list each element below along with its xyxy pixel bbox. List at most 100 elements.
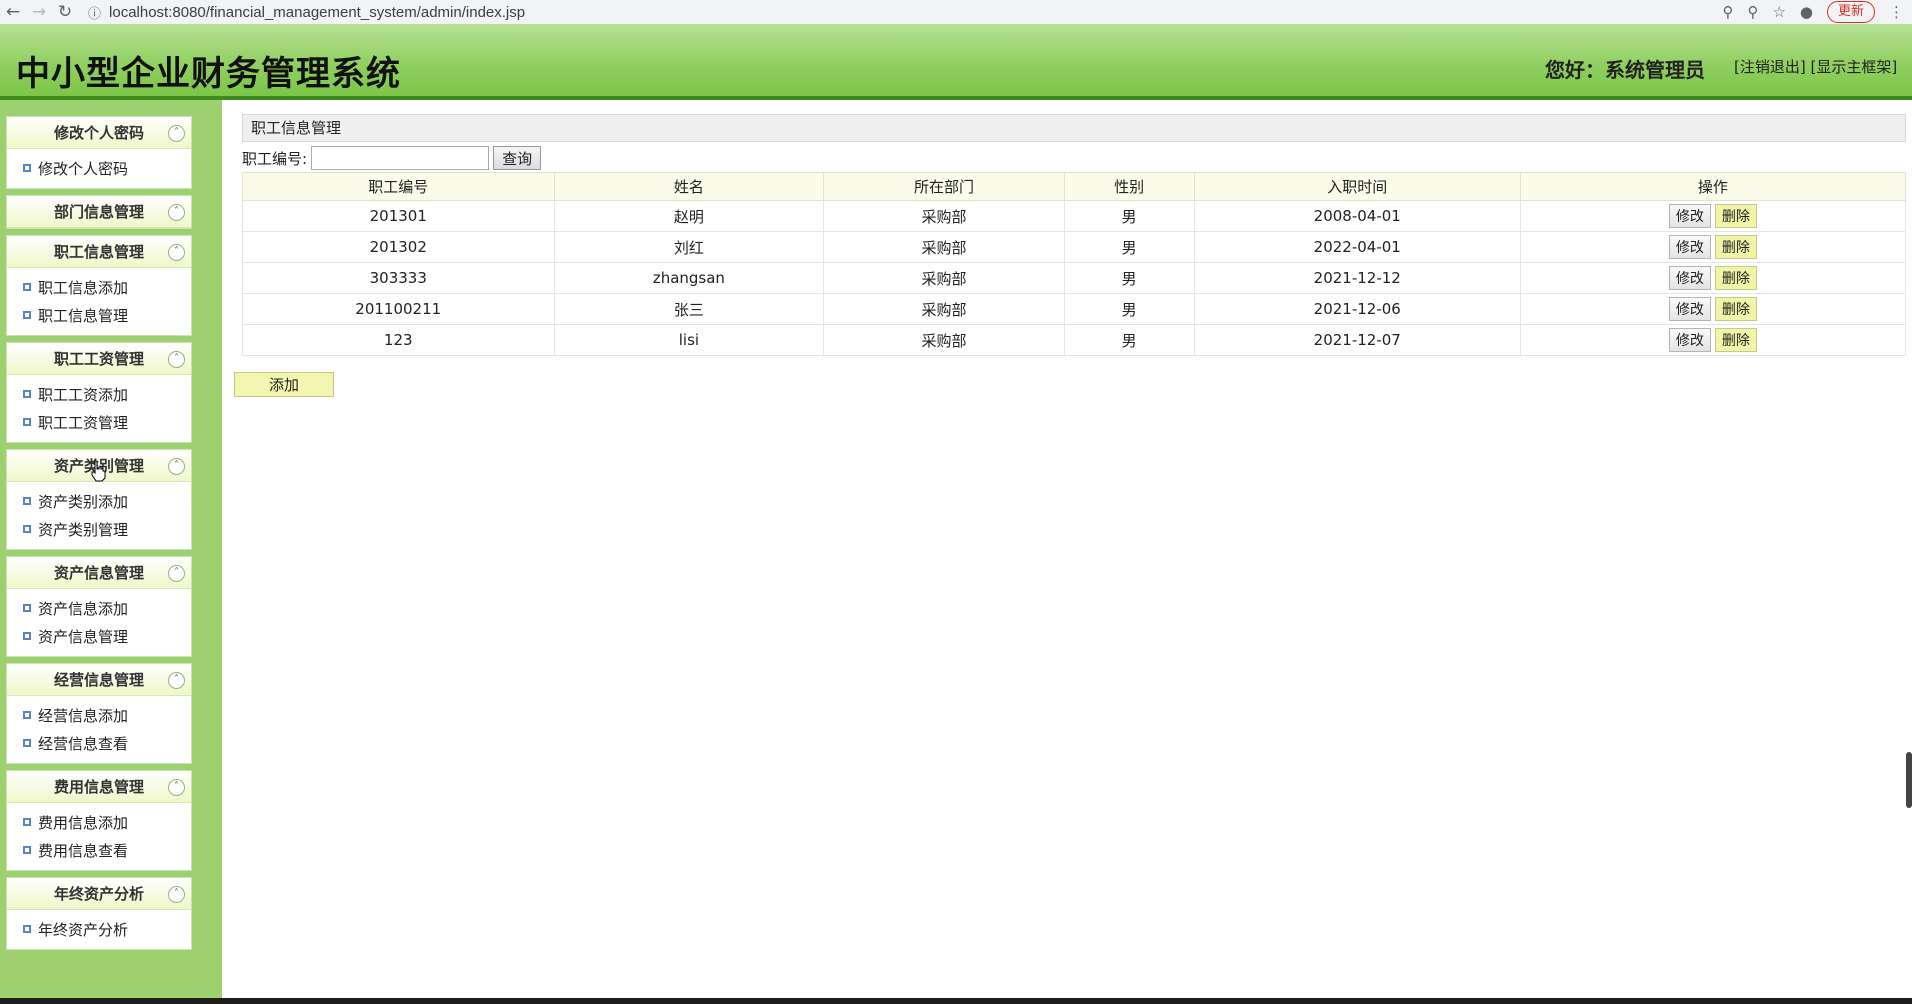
sidebar-group-title: 修改个人密码 <box>53 124 144 142</box>
sidebar-item[interactable]: 修改个人密码 <box>7 154 191 182</box>
sidebar-item[interactable]: 资产类别添加 <box>7 487 191 515</box>
actions-cell: 修改 删除 <box>1519 200 1907 232</box>
table-cell: 201301 <box>242 200 555 232</box>
table-cell: 201302 <box>242 231 555 263</box>
sidebar-item[interactable]: 经营信息添加 <box>7 701 191 729</box>
scrollbar-thumb[interactable] <box>1906 752 1912 808</box>
sidebar: 修改个人密码 ˄ 修改个人密码 部门信息管理 ˄ 职工信息管理 ˄ 职工信息添加 职工信息管理职… <box>0 100 222 998</box>
edit-button[interactable]: 修改 <box>1668 266 1711 290</box>
actions-cell: 修改 删除 <box>1519 324 1907 356</box>
sidebar-item[interactable]: 职工信息添加 <box>7 273 191 301</box>
edit-button[interactable]: 修改 <box>1668 204 1711 228</box>
add-button[interactable]: 添加 <box>234 372 334 397</box>
delete-button[interactable]: 删除 <box>1714 266 1757 290</box>
sidebar-group: 职工信息管理 ˄ 职工信息添加 职工信息管理 <box>6 235 192 336</box>
table-row: 201301 赵明 采购部男 2008-04-01 修改 删除 <box>242 200 1907 232</box>
main-content: 职工信息管理 职工编号: 查询 职工编号 姓名 所在部门 性别 入职时间 操作 20130… <box>222 100 1912 998</box>
logout-link[interactable]: [注销退出] <box>1734 58 1806 76</box>
table-row: 303333 zhangsan 采购部男 2021-12-12 修改 删除 <box>242 262 1907 294</box>
sidebar-item-label: 职工信息添加 <box>38 278 129 297</box>
back-icon[interactable]: ← <box>0 2 26 22</box>
collapse-icon[interactable]: ˄ <box>168 244 185 261</box>
table-header-row: 职工编号 姓名 所在部门 性别 入职时间 操作 <box>242 172 1907 201</box>
sidebar-item[interactable]: 年终资产分析 <box>7 915 191 943</box>
collapse-icon[interactable]: ˄ <box>168 204 185 221</box>
sidebar-item-label: 职工工资添加 <box>38 385 129 404</box>
column-header: 入职时间 <box>1193 172 1521 201</box>
sidebar-group-header[interactable]: 经营信息管理 ˄ <box>7 664 191 696</box>
square-bullet-icon <box>23 846 31 854</box>
panel-title: 职工信息管理 <box>242 114 1906 142</box>
search-button[interactable]: 查询 <box>493 146 542 170</box>
sidebar-group-title: 职工信息管理 <box>53 243 144 261</box>
square-bullet-icon <box>23 739 31 747</box>
delete-button[interactable]: 删除 <box>1714 204 1757 228</box>
info-icon[interactable]: ⓘ <box>88 3 101 22</box>
url-text[interactable]: localhost:8080/financial_management_syst… <box>109 4 525 21</box>
reload-icon[interactable]: ↻ <box>52 2 78 22</box>
sidebar-group-header[interactable]: 资产信息管理 ˄ <box>7 557 191 589</box>
sidebar-item[interactable]: 职工工资管理 <box>7 408 191 436</box>
show-frame-link[interactable]: [显示主框架] <box>1811 58 1898 76</box>
square-bullet-icon <box>23 311 31 319</box>
table-cell: 男 <box>1063 293 1195 325</box>
sidebar-group-title: 年终资产分析 <box>53 885 144 903</box>
sidebar-item[interactable]: 资产信息添加 <box>7 594 191 622</box>
table-cell: lisi <box>553 324 825 356</box>
forward-icon[interactable]: → <box>26 2 52 22</box>
address-bar[interactable]: ⓘ localhost:8080/financial_management_sy… <box>88 1 1648 23</box>
sidebar-item[interactable]: 资产信息管理 <box>7 622 191 650</box>
square-bullet-icon <box>23 164 31 172</box>
star-icon[interactable]: ☆ <box>1772 3 1785 21</box>
table-cell: 采购部 <box>823 200 1065 232</box>
menu-icon[interactable]: ⋮ <box>1889 3 1904 21</box>
update-button[interactable]: 更新 <box>1826 1 1875 23</box>
edit-button[interactable]: 修改 <box>1668 297 1711 321</box>
sidebar-item[interactable]: 经营信息查看 <box>7 729 191 757</box>
table-cell: 采购部 <box>823 262 1065 294</box>
delete-button[interactable]: 删除 <box>1714 235 1757 259</box>
sidebar-group: 费用信息管理 ˄ 费用信息添加 费用信息查看 <box>6 770 192 871</box>
sidebar-item[interactable]: 职工信息管理 <box>7 301 191 329</box>
employee-id-input[interactable] <box>311 146 490 170</box>
edit-button[interactable]: 修改 <box>1668 328 1711 352</box>
sidebar-group-header[interactable]: 费用信息管理 ˄ <box>7 771 191 803</box>
sidebar-group-header[interactable]: 年终资产分析 ˄ <box>7 878 191 910</box>
sidebar-group: 经营信息管理 ˄ 经营信息添加 经营信息查看 <box>6 663 192 764</box>
collapse-icon[interactable]: ˄ <box>168 565 185 582</box>
sidebar-item-label: 资产类别管理 <box>38 520 129 539</box>
sidebar-item[interactable]: 费用信息添加 <box>7 808 191 836</box>
square-bullet-icon <box>23 525 31 533</box>
collapse-icon[interactable]: ˄ <box>168 458 185 475</box>
search-row: 职工编号: 查询 <box>242 144 542 172</box>
delete-button[interactable]: 删除 <box>1714 297 1757 321</box>
sidebar-item[interactable]: 职工工资添加 <box>7 380 191 408</box>
column-header: 所在部门 <box>823 172 1065 201</box>
delete-button[interactable]: 删除 <box>1714 328 1757 352</box>
collapse-icon[interactable]: ˄ <box>168 779 185 796</box>
key-icon[interactable]: ⚲ <box>1722 3 1733 21</box>
sidebar-item[interactable]: 资产类别管理 <box>7 515 191 543</box>
collapse-icon[interactable]: ˄ <box>168 886 185 903</box>
edit-button[interactable]: 修改 <box>1668 235 1711 259</box>
square-bullet-icon <box>23 283 31 291</box>
square-bullet-icon <box>23 632 31 640</box>
table-row: 201100211 张三 采购部男 2021-12-06 修改 删除 <box>242 293 1907 325</box>
profile-icon[interactable]: ● <box>1800 3 1813 21</box>
sidebar-group: 部门信息管理 ˄ <box>6 195 192 229</box>
sidebar-item-label: 职工信息管理 <box>38 306 129 325</box>
sidebar-group-header[interactable]: 部门信息管理 ˄ <box>7 196 191 228</box>
collapse-icon[interactable]: ˄ <box>168 351 185 368</box>
sidebar-item[interactable]: 费用信息查看 <box>7 836 191 864</box>
sidebar-group-header[interactable]: 修改个人密码 ˄ <box>7 117 191 149</box>
table-cell: 2022-04-01 <box>1193 231 1521 263</box>
zoom-icon[interactable]: ⚲ <box>1747 3 1758 21</box>
sidebar-group-title: 部门信息管理 <box>53 203 144 221</box>
collapse-icon[interactable]: ˄ <box>168 672 185 689</box>
collapse-icon[interactable]: ˄ <box>168 125 185 142</box>
table-cell: 赵明 <box>553 200 825 232</box>
sidebar-group-header[interactable]: 职工工资管理 ˄ <box>7 343 191 375</box>
sidebar-group-header[interactable]: 职工信息管理 ˄ <box>7 236 191 268</box>
actions-cell: 修改 删除 <box>1519 231 1907 263</box>
sidebar-group: 职工工资管理 ˄ 职工工资添加职工工资管理 <box>6 342 192 443</box>
